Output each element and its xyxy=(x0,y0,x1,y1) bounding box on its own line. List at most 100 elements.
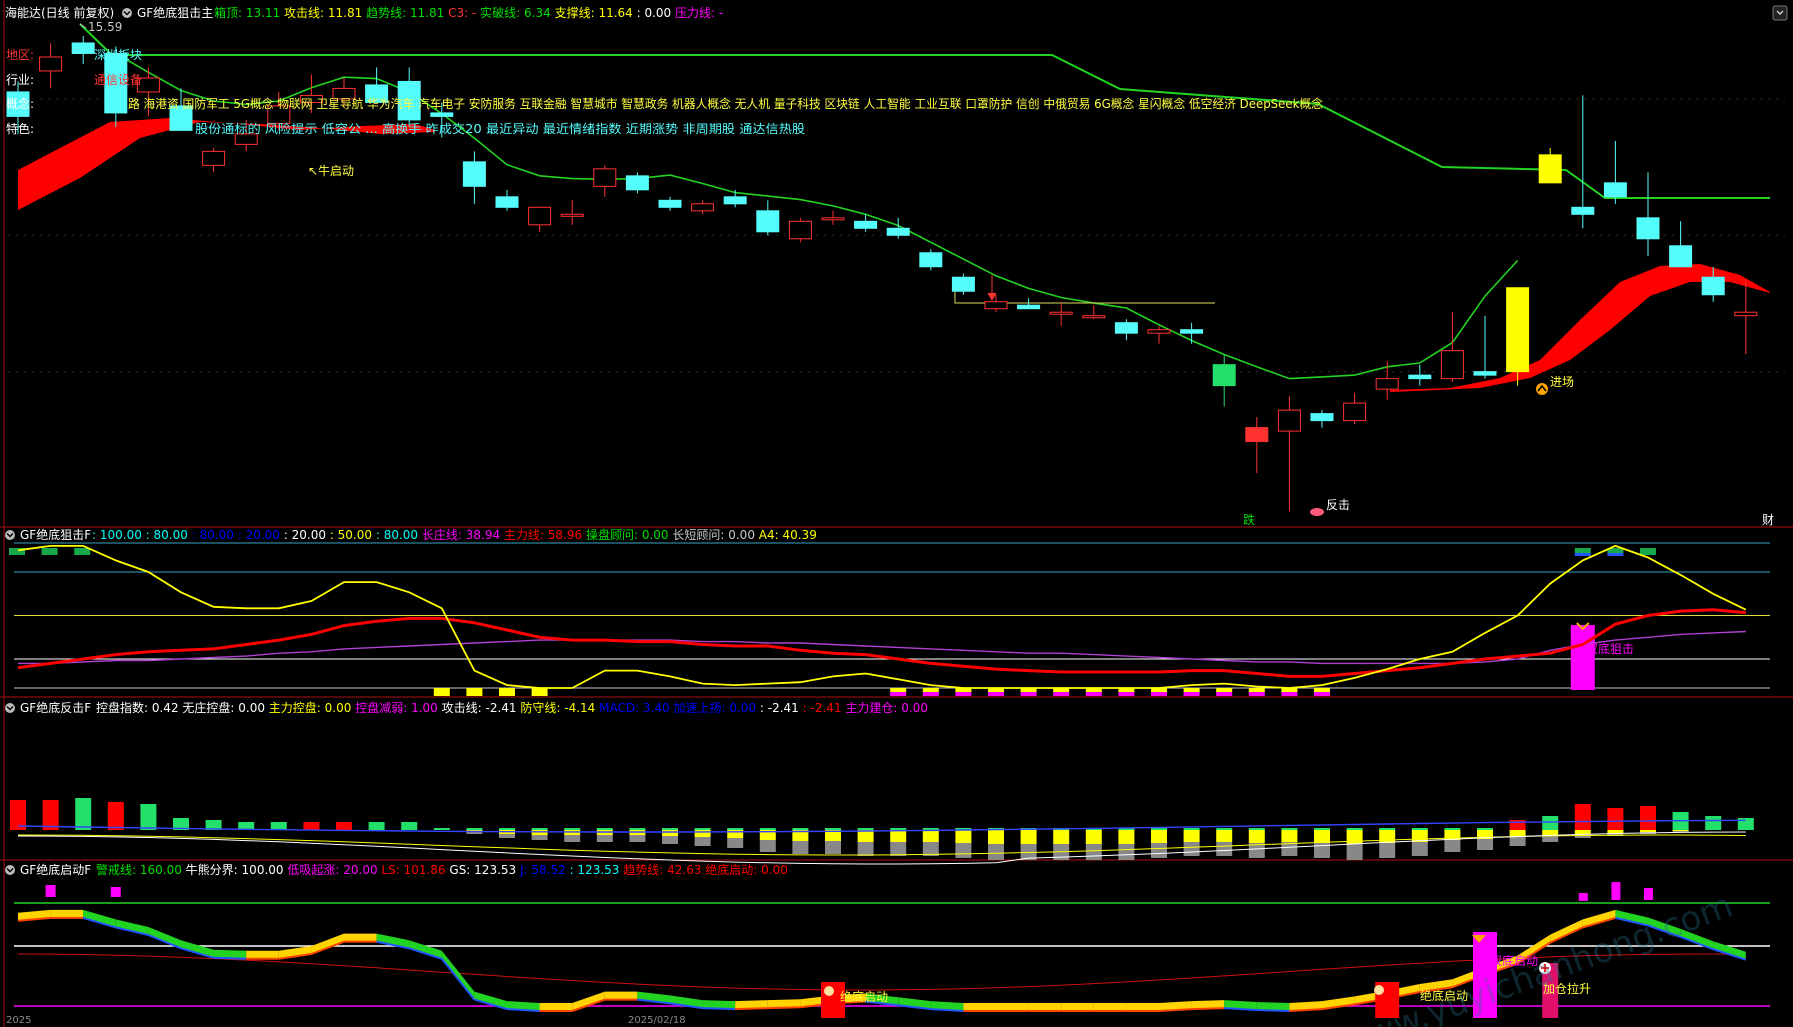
panel4-readouts: 警戒线: 160.00 牛熊分界: 100.00 低吸起涨: 20.00 LS:… xyxy=(96,862,788,877)
counter-bar-up xyxy=(433,828,450,830)
counter-bar-gray xyxy=(1379,843,1396,858)
industry-value: 通信设备 xyxy=(94,73,142,87)
high-label: 15.59 xyxy=(88,20,122,34)
candle xyxy=(1603,140,1627,204)
readout-label: : xyxy=(234,528,246,542)
candle-body xyxy=(1212,364,1236,387)
top-marker xyxy=(41,548,58,555)
ribbon-edge xyxy=(702,1007,736,1011)
counter-bar-up xyxy=(694,828,711,830)
candle xyxy=(593,165,617,197)
candle xyxy=(625,172,649,194)
bottom-marker xyxy=(1314,688,1330,692)
candle xyxy=(1082,305,1106,320)
counter-bar-gray xyxy=(466,832,483,834)
chevron-down-icon[interactable] xyxy=(122,8,132,18)
candle xyxy=(1375,361,1399,400)
counter-bar-yellow xyxy=(857,830,874,842)
indicator-menu-button[interactable] xyxy=(122,8,132,18)
readout-label: 攻击线: xyxy=(280,6,328,20)
candle xyxy=(951,273,975,295)
readout-value: 0.00 xyxy=(728,528,755,542)
readout-label: : xyxy=(372,528,384,542)
counter-bar-gray xyxy=(662,836,678,844)
counter-bar-up xyxy=(531,828,548,830)
ribbon-segment xyxy=(1028,1003,1062,1011)
candle xyxy=(560,200,584,225)
counter-bar-yellow xyxy=(1020,830,1037,844)
candle xyxy=(1473,315,1497,379)
candle-body xyxy=(723,196,747,205)
chevron-down-icon[interactable] xyxy=(5,865,15,875)
readout-label: : xyxy=(633,6,645,20)
readout-value: 1.00 xyxy=(411,701,438,715)
counter-bar-yellow xyxy=(1216,830,1233,842)
window-title: 海能达(日线 前复权) xyxy=(5,5,114,20)
candle xyxy=(1669,221,1693,268)
indicator-name: GF绝底狙击主 xyxy=(137,5,213,20)
stock-chart-canvas[interactable]: 地区: 深圳板块 行业: 通信设备 概念: 路 海港资 国防军工 5G概念 物联… xyxy=(0,0,1793,1027)
candle-body xyxy=(1440,350,1464,380)
chevron-down-icon[interactable] xyxy=(5,703,15,713)
top-marker xyxy=(1574,553,1591,556)
candle-body xyxy=(202,150,226,166)
counter-bar-up xyxy=(42,800,59,830)
candle-body xyxy=(71,42,95,54)
counter-bar-yellow xyxy=(1085,830,1102,844)
top-marker xyxy=(1574,548,1591,553)
chevron-down-icon[interactable] xyxy=(5,530,15,540)
counter-bar-up xyxy=(1542,816,1559,830)
counter-bar-yellow xyxy=(1542,830,1559,835)
counter-bar-yellow xyxy=(1183,830,1200,842)
counter-bar-gray xyxy=(1085,844,1102,860)
readout-value: 11.81 xyxy=(410,6,444,20)
counter-bar-up xyxy=(1216,828,1233,830)
readout-value: 6.34 xyxy=(524,6,551,20)
panel4-menu-button[interactable] xyxy=(5,865,15,875)
ribbon-segment xyxy=(344,933,377,942)
readout-label: LS: xyxy=(378,863,404,877)
panel2-indicator-name: GF绝底狙击F xyxy=(20,527,91,542)
counter-bar-gray xyxy=(1444,840,1461,852)
panel-menu-button[interactable] xyxy=(1772,5,1788,21)
series-line xyxy=(17,544,1747,689)
counter-bar-up xyxy=(890,828,907,830)
counter-bar-up xyxy=(1248,828,1265,830)
panel3-menu-button[interactable] xyxy=(5,703,15,713)
readout-label: 实破线: xyxy=(476,5,524,20)
ribbon-segment xyxy=(1061,1003,1094,1011)
readout-value: 3.40 xyxy=(643,701,670,715)
candle-body xyxy=(1375,378,1399,390)
panel-menu-box[interactable] xyxy=(1772,5,1788,21)
candle-body xyxy=(854,220,878,229)
readout-value: 20.00 xyxy=(292,528,326,542)
counter-bar-gray xyxy=(1411,842,1428,856)
candle xyxy=(1245,417,1269,474)
counter-bar-up xyxy=(368,822,385,830)
candle xyxy=(723,189,747,208)
candle xyxy=(1212,354,1236,407)
candle-body xyxy=(1636,217,1660,240)
entry-label: 进场 xyxy=(1550,375,1574,389)
candle xyxy=(1734,280,1758,355)
panel2-menu-button[interactable] xyxy=(5,530,15,540)
counter-bar-gray xyxy=(1118,844,1135,860)
sniper-panel[interactable]: GF绝底狙击F : 100.00 : 80.00 : 80.00 : 20.00… xyxy=(5,527,1770,696)
candle-body xyxy=(1310,413,1334,422)
bottom-marker xyxy=(1118,692,1135,696)
readout-value: 123.53 xyxy=(474,863,516,877)
main-price-panel[interactable]: 地区: 深圳板块 行业: 通信设备 概念: 路 海港资 国防军工 5G概念 物联… xyxy=(5,5,1788,527)
bottom-marker xyxy=(1151,692,1167,696)
counter-bar-gray xyxy=(629,835,646,842)
ribbon-edge xyxy=(441,958,476,1001)
counter-bar-gray xyxy=(857,842,874,856)
sniper-markers xyxy=(9,548,1656,696)
ribbon-edge xyxy=(1191,1007,1225,1011)
candle xyxy=(1506,287,1530,386)
counter-bar-up xyxy=(1281,828,1298,830)
counter-bar-yellow xyxy=(922,830,939,842)
counter-panel[interactable]: GF绝底反击F 控盘指数: 0.42 无庄控盘: 0.00 主力控盘: 0.00… xyxy=(5,700,1754,865)
readout-value: 123.53 xyxy=(577,863,619,877)
readout-label: 控盘减弱: xyxy=(351,700,411,715)
top-tick xyxy=(110,887,121,897)
